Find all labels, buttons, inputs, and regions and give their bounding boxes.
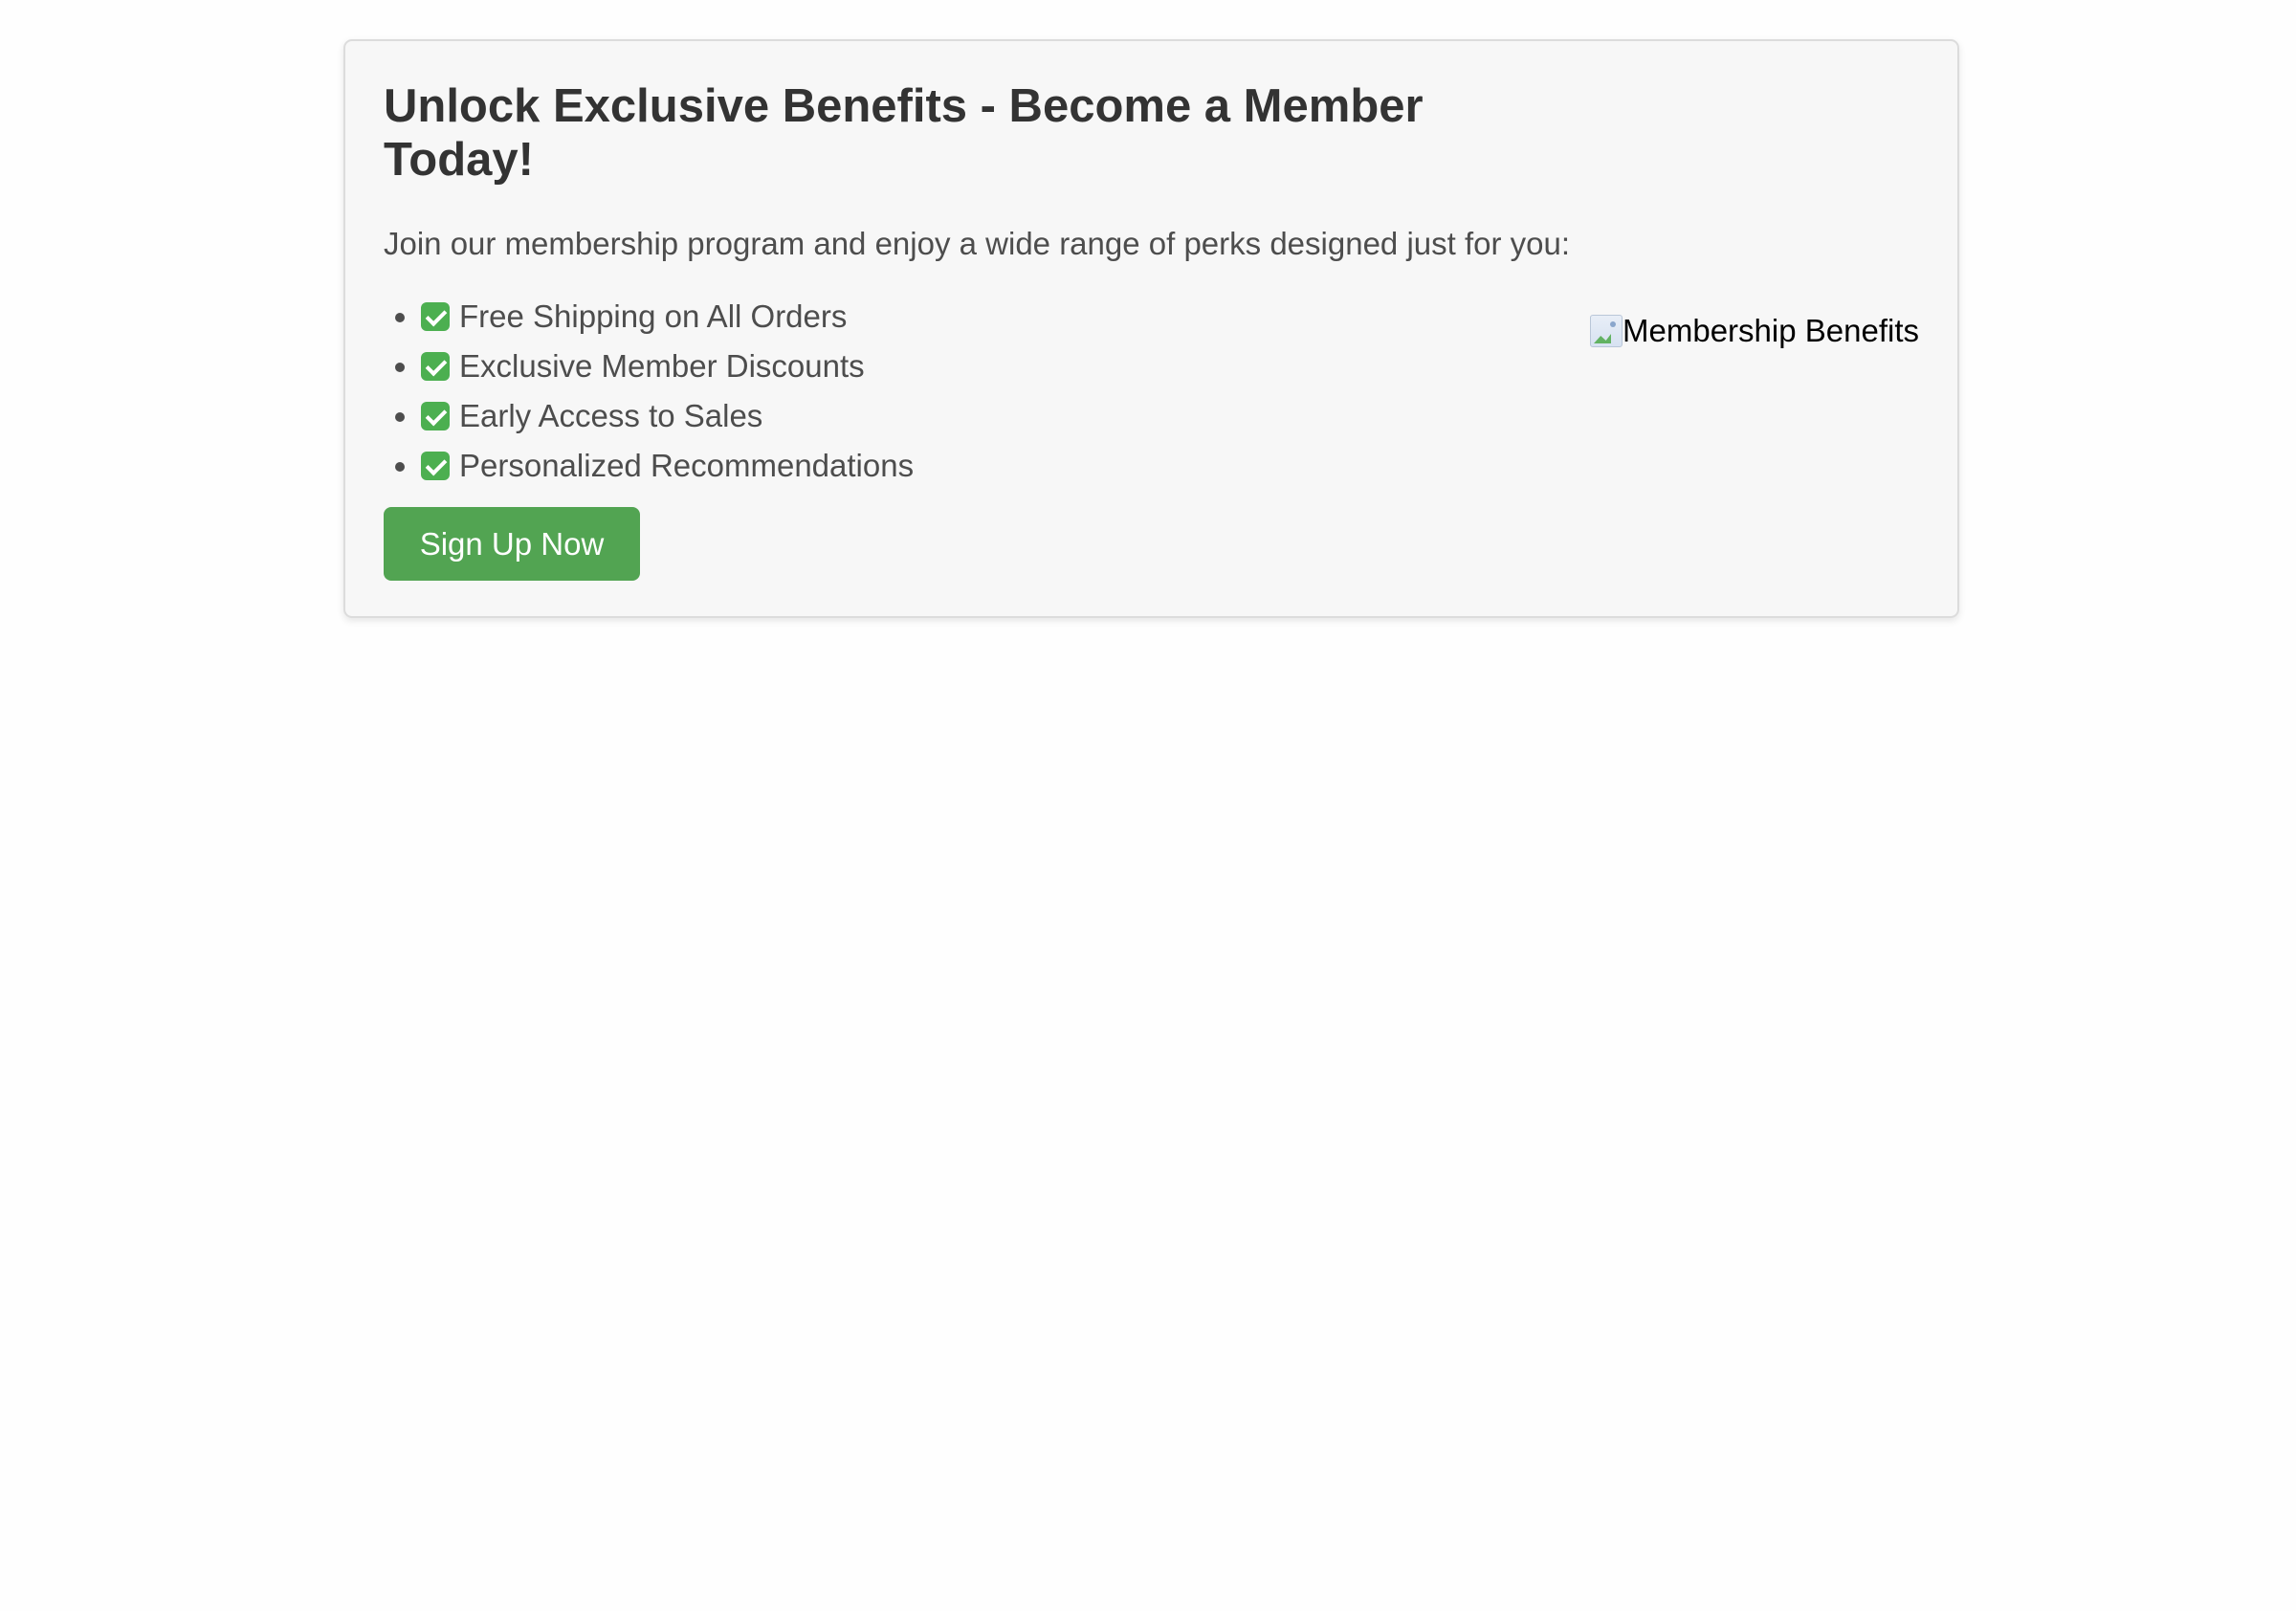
benefit-label: Early Access to Sales [459, 398, 763, 433]
membership-content: Unlock Exclusive Benefits - Become a Mem… [384, 79, 1627, 491]
benefit-label: Exclusive Member Discounts [459, 348, 865, 384]
page-title: Unlock Exclusive Benefits - Become a Mem… [384, 80, 1424, 186]
benefit-item: Early Access to Sales [421, 391, 1627, 441]
check-icon [421, 452, 450, 480]
membership-card: Unlock Exclusive Benefits - Become a Mem… [343, 39, 1959, 618]
benefit-item: Free Shipping on All Orders [421, 292, 1627, 342]
benefit-item: Personalized Recommendations [421, 441, 1627, 491]
check-icon [421, 352, 450, 381]
benefits-list: Free Shipping on All Orders Exclusive Me… [384, 292, 1627, 491]
image-alt-text: Membership Benefits [1623, 313, 1919, 348]
benefit-label: Personalized Recommendations [459, 448, 915, 483]
broken-image-icon [1590, 315, 1623, 347]
benefit-label: Free Shipping on All Orders [459, 298, 848, 334]
check-icon [421, 402, 450, 430]
check-icon [421, 302, 450, 331]
membership-intro: Join our membership program and enjoy a … [384, 226, 1571, 261]
membership-benefits-image: Membership Benefits [1590, 313, 1919, 349]
benefit-item: Exclusive Member Discounts [421, 342, 1627, 391]
sign-up-button[interactable]: Sign Up Now [384, 507, 640, 581]
